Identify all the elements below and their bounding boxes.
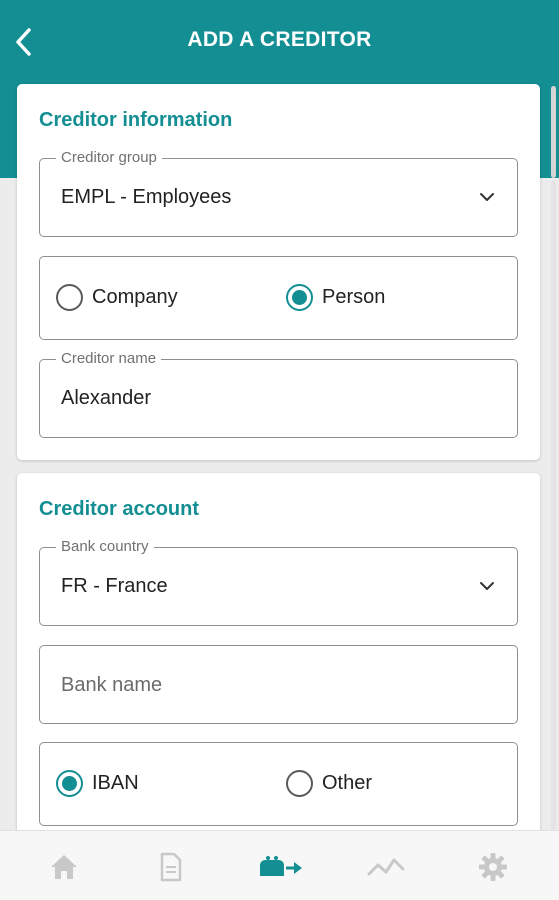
radio-company-indicator[interactable] bbox=[56, 284, 83, 311]
radio-other[interactable]: Other bbox=[286, 770, 372, 797]
creditor-group-value: EMPL - Employees bbox=[61, 186, 232, 208]
document-icon bbox=[160, 852, 182, 882]
creditor-name-field[interactable]: Creditor name Alexander bbox=[39, 350, 518, 438]
radio-person-indicator[interactable] bbox=[286, 284, 313, 311]
creditor-name-label: Creditor name bbox=[56, 350, 162, 367]
page-title: ADD A CREDITOR bbox=[187, 28, 372, 51]
nav-statistics[interactable] bbox=[364, 847, 408, 887]
radio-other-label: Other bbox=[322, 772, 373, 794]
radio-other-indicator[interactable] bbox=[286, 770, 313, 797]
radio-iban-indicator[interactable] bbox=[56, 770, 83, 797]
nav-home[interactable] bbox=[42, 847, 86, 887]
radio-company-label: Company bbox=[92, 286, 178, 308]
bank-name-field[interactable]: Bank name bbox=[39, 645, 518, 724]
creditor-name-value: Alexander bbox=[61, 387, 152, 409]
home-icon bbox=[51, 855, 77, 879]
radio-iban-label: IBAN bbox=[92, 772, 139, 794]
creditor-account-title: Creditor account bbox=[39, 498, 200, 520]
radio-iban[interactable]: IBAN bbox=[56, 770, 139, 797]
account-type-group: IBAN Other bbox=[39, 742, 518, 826]
nav-transfer[interactable] bbox=[255, 847, 305, 887]
app-header: ADD A CREDITOR bbox=[0, 0, 559, 84]
bottom-navigation bbox=[0, 830, 559, 900]
radio-person-label: Person bbox=[322, 286, 386, 308]
creditor-information-title: Creditor information bbox=[39, 109, 233, 131]
bank-country-label: Bank country bbox=[56, 538, 154, 555]
nav-documents[interactable] bbox=[149, 847, 193, 887]
scrollbar-track[interactable] bbox=[551, 180, 556, 830]
transfer-icon bbox=[260, 856, 302, 876]
bank-country-select[interactable]: Bank country FR - France bbox=[39, 538, 518, 626]
nav-settings[interactable] bbox=[471, 847, 515, 887]
scrollbar-thumb[interactable] bbox=[551, 86, 556, 178]
creditor-account-card: Creditor account Bank country FR - Franc… bbox=[17, 473, 540, 853]
chevron-down-icon bbox=[480, 582, 494, 590]
bank-name-placeholder: Bank name bbox=[61, 674, 163, 696]
chevron-down-icon bbox=[480, 193, 494, 201]
gear-icon bbox=[479, 853, 507, 881]
creditor-group-select[interactable]: Creditor group EMPL - Employees bbox=[39, 149, 518, 237]
creditor-information-card: Creditor information Creditor group EMPL… bbox=[17, 84, 540, 460]
creditor-group-label: Creditor group bbox=[56, 149, 162, 166]
chart-icon bbox=[367, 858, 405, 876]
bank-country-value: FR - France bbox=[61, 575, 168, 597]
radio-company[interactable]: Company bbox=[56, 284, 178, 311]
radio-person[interactable]: Person bbox=[286, 284, 385, 311]
creditor-type-group: Company Person bbox=[39, 256, 518, 340]
